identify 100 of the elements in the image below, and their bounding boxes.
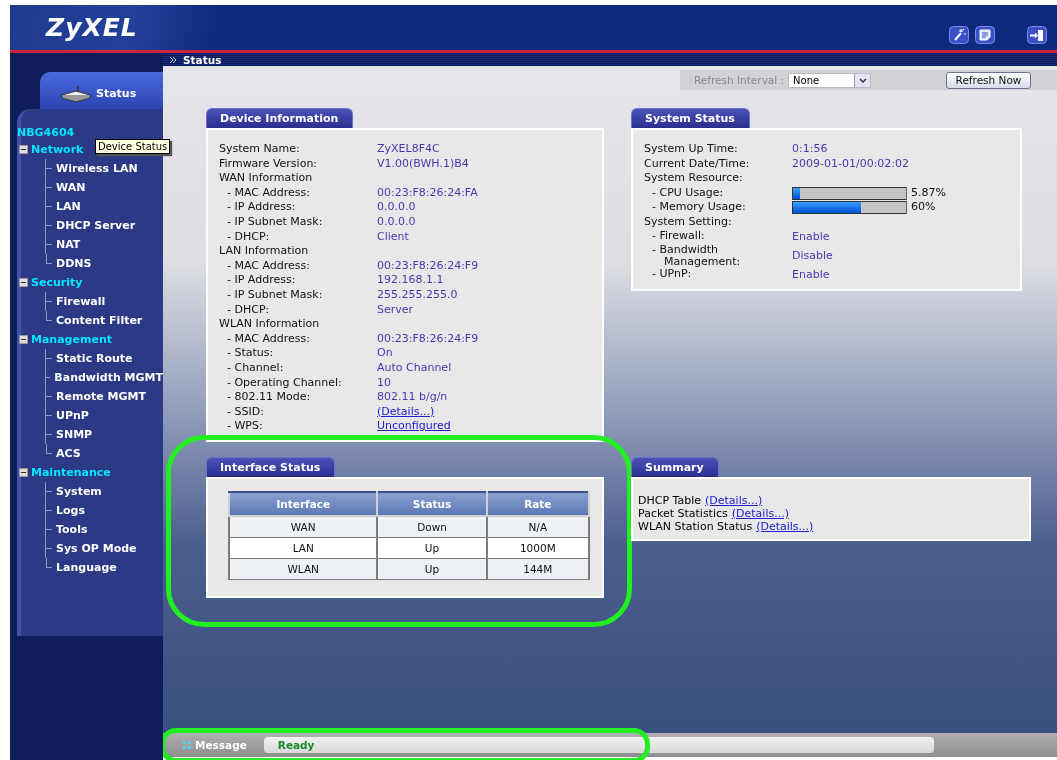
table-cell: WAN — [229, 515, 378, 538]
field-label: - DHCP: — [226, 302, 271, 318]
magic-wand-icon[interactable] — [949, 25, 969, 44]
field-value: 00:23:F8:26:24:F9 — [377, 331, 480, 347]
field-value: 00:23:F8:26:24:FA — [377, 185, 479, 201]
menu-item[interactable]: Content Filter — [56, 314, 143, 327]
field-value: Disable — [792, 248, 834, 264]
field-value: 0.0.0.0 — [377, 200, 417, 215]
usage-reading: 60% — [911, 200, 936, 215]
field-value: Auto Channel — [377, 360, 453, 376]
field-label: - Channel: — [226, 360, 285, 376]
collapse-icon[interactable] — [19, 145, 28, 154]
field-value: 802.11 b/g/n — [377, 390, 449, 405]
field-label: - Memory Usage: — [651, 200, 747, 215]
field-label: - Status: — [226, 346, 275, 361]
menu-group[interactable]: Network — [31, 143, 84, 156]
field-label: System Name: — [219, 142, 301, 157]
field-label: - IP Address: — [226, 273, 297, 288]
menu-item[interactable]: Logs — [56, 504, 85, 517]
field-value: On — [377, 346, 394, 361]
field-value: V1.00(BWH.1)B4 — [377, 156, 470, 172]
field-value: 2009-01-01/00:02:02 — [792, 156, 911, 172]
details-link[interactable]: (Details...) — [377, 404, 435, 420]
collapse-icon[interactable] — [19, 335, 28, 344]
field-value: 0:1:56 — [792, 142, 829, 157]
breadcrumb-title: Status — [183, 53, 222, 66]
table-cell: WLAN — [229, 558, 378, 580]
tooltip: Device Status — [95, 139, 171, 154]
field-label: - Bandwidth Management: — [651, 244, 742, 269]
field-label: - IP Subnet Mask: — [226, 287, 324, 303]
field-label: - Firewall: — [651, 229, 706, 244]
field-label: - Operating Channel: — [226, 375, 343, 391]
menu-item[interactable]: Tools — [56, 523, 88, 536]
field-label: - MAC Address: — [226, 258, 311, 274]
status-tab[interactable]: Status — [40, 72, 163, 109]
summary-label: WLAN Station Status — [638, 519, 753, 533]
logout-icon[interactable] — [1027, 25, 1047, 44]
menu-item[interactable]: Wireless LAN — [56, 162, 138, 175]
field-label: Current Date/Time: — [644, 156, 751, 172]
field-label: - MAC Address: — [226, 331, 311, 347]
field-value: 192.168.1.1 — [377, 273, 445, 288]
menu-group[interactable]: Management — [31, 333, 112, 346]
menu-item[interactable]: SNMP — [56, 428, 93, 441]
field-value: ZyXEL8F4C — [377, 142, 441, 157]
menu-group[interactable]: Security — [31, 276, 83, 289]
message-label: Message — [195, 739, 247, 751]
field-label: - WPS: — [226, 419, 264, 434]
field-label: - MAC Address: — [226, 185, 311, 201]
menu-item[interactable]: LAN — [56, 200, 81, 213]
refresh-interval-label: Refresh Interval : — [694, 74, 785, 86]
menu-item[interactable]: Remote MGMT — [56, 390, 146, 403]
menu-item[interactable]: DHCP Server — [56, 219, 136, 232]
collapse-icon[interactable] — [19, 468, 28, 477]
field-label: - IP Address: — [226, 200, 297, 215]
details-link[interactable]: Unconfigured — [377, 419, 451, 434]
refresh-now-button[interactable]: Refresh Now — [946, 71, 1031, 89]
field-value: Client — [377, 229, 410, 245]
menu-item[interactable]: System — [56, 485, 102, 498]
field-value: 00:23:F8:26:24:F9 — [377, 258, 480, 274]
collapse-icon[interactable] — [19, 278, 28, 287]
menu-item[interactable]: NAT — [56, 238, 81, 251]
column-header: Status — [377, 491, 487, 516]
menu-item[interactable]: WAN — [56, 181, 86, 194]
menu-item[interactable]: Sys OP Mode — [56, 542, 137, 555]
summary-label: DHCP Table — [638, 493, 701, 507]
field-value: Enable — [792, 229, 831, 245]
menu-item[interactable]: Language — [56, 561, 117, 574]
menu-group[interactable]: Maintenance — [31, 466, 111, 479]
details-link[interactable]: (Details...) — [731, 506, 789, 520]
device-model-label: NBG4604 — [17, 126, 75, 140]
menu-item[interactable]: ACS — [56, 447, 81, 460]
menu-item[interactable]: Static Route — [56, 352, 133, 365]
field-label: - IP Subnet Mask: — [226, 214, 324, 230]
message-field: Ready — [263, 737, 934, 753]
menu-item[interactable]: Firewall — [56, 295, 106, 308]
notes-icon[interactable] — [975, 25, 995, 44]
usage-reading: 5.87% — [911, 185, 946, 201]
field-label: - DHCP: — [226, 229, 271, 245]
field-label: System Up Time: — [644, 142, 739, 157]
zyxel-logo: ZyXEL — [46, 13, 138, 42]
field-label: Firmware Version: — [219, 156, 319, 172]
chevron-icon — [169, 55, 177, 64]
menu-item[interactable]: Bandwidth MGMT — [54, 371, 163, 384]
section-heading: LAN Information — [219, 244, 310, 259]
menu-item[interactable]: UPnP — [56, 409, 89, 422]
menu-item[interactable]: DDNS — [56, 257, 92, 270]
section-heading: System Resource: — [644, 171, 744, 186]
field-label: - 802.11 Mode: — [226, 390, 312, 405]
column-header: Rate — [486, 491, 589, 516]
details-link[interactable]: (Details...) — [705, 493, 763, 507]
router-icon — [60, 84, 92, 103]
field-value: Server — [377, 302, 415, 318]
field-value: 10 — [377, 375, 392, 391]
details-link[interactable]: (Details...) — [756, 519, 814, 533]
section-heading: WLAN Information — [219, 317, 321, 332]
field-value: Enable — [792, 268, 831, 283]
field-label: - UPnP: — [651, 268, 693, 283]
refresh-interval-select[interactable]: None — [788, 72, 872, 88]
summary-label: Packet Statistics — [638, 506, 728, 520]
column-header: Interface — [229, 491, 378, 516]
